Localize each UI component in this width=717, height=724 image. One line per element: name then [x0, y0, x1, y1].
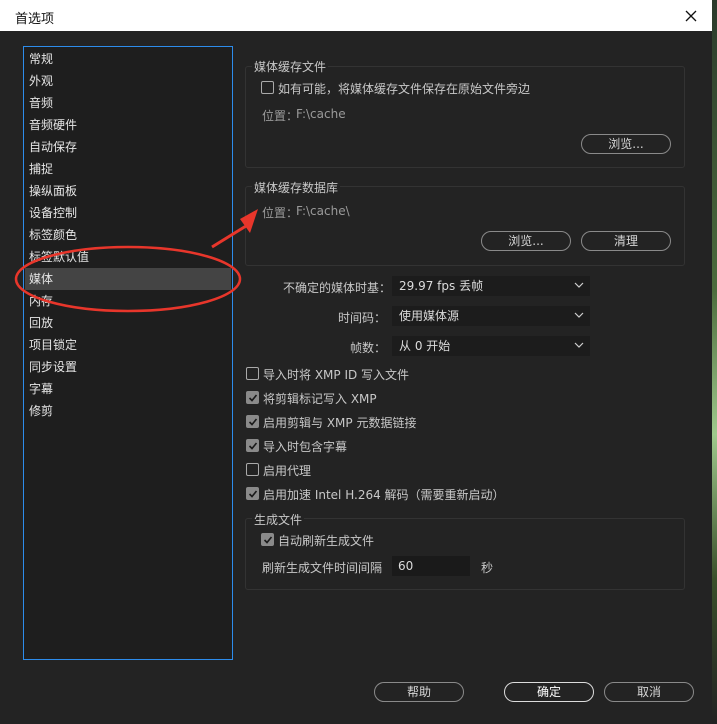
enable-xmp-linking-checkbox[interactable]: [246, 415, 259, 428]
write-clip-markers-xmp-checkbox[interactable]: [246, 391, 259, 404]
sidebar-item-device-control[interactable]: 设备控制: [25, 202, 231, 224]
timecode-label: 时间码：: [337, 311, 386, 325]
save-cache-next-to-originals-label: 如有可能，将媒体缓存文件保存在原始文件旁边: [278, 82, 531, 96]
checkmark-icon: [248, 442, 258, 450]
save-cache-next-to-originals-checkbox[interactable]: [261, 81, 274, 94]
help-button[interactable]: 帮助: [374, 682, 464, 702]
cache-files-location-label: 位置：: [262, 109, 299, 123]
sidebar-item-captions[interactable]: 字幕: [25, 378, 231, 400]
cache-db-browse-button[interactable]: 浏览...: [481, 231, 571, 251]
cache-db-location-value: F:\cache\: [296, 204, 350, 218]
sidebar-item-capture[interactable]: 捕捉: [25, 158, 231, 180]
checkmark-icon: [248, 490, 258, 498]
sidebar-item-media[interactable]: 媒体: [25, 268, 231, 290]
sidebar-item-audio[interactable]: 音频: [25, 92, 231, 114]
growing-files-title: 生成文件: [252, 511, 305, 528]
preferences-dialog: 首选项 常规 外观 音频 音频硬件 自动保存 捕捉 操纵面板 设备控制 标签颜色…: [0, 0, 712, 724]
enable-proxies-checkbox[interactable]: [246, 463, 259, 476]
sidebar-item-general[interactable]: 常规: [25, 48, 231, 70]
close-button[interactable]: [670, 0, 712, 31]
timebase-label: 不确定的媒体时基：: [283, 281, 392, 295]
timebase-dropdown[interactable]: 29.97 fps 丢帧: [392, 276, 590, 296]
frame-number-label: 帧数：: [349, 341, 386, 355]
sidebar-item-memory[interactable]: 内存: [25, 290, 231, 312]
write-xmp-id-checkbox[interactable]: [246, 367, 259, 380]
chevron-down-icon: [574, 342, 584, 348]
sidebar-item-control-surface[interactable]: 操纵面板: [25, 180, 231, 202]
timebase-value: 29.97 fps 丢帧: [399, 279, 484, 293]
ok-button[interactable]: 确定: [504, 682, 594, 702]
window-title: 首选项: [15, 12, 55, 27]
auto-refresh-growing-files-checkbox[interactable]: [261, 533, 274, 546]
sidebar-item-playback[interactable]: 回放: [25, 312, 231, 334]
media-cache-files-title: 媒体缓存文件: [252, 58, 329, 75]
refresh-interval-unit: 秒: [481, 561, 494, 575]
sidebar-item-audio-hardware[interactable]: 音频硬件: [25, 114, 231, 136]
chevron-down-icon: [574, 282, 584, 288]
intel-h264-decoding-checkbox[interactable]: [246, 487, 259, 500]
media-cache-database-title: 媒体缓存数据库: [252, 179, 341, 196]
cache-db-clean-button[interactable]: 清理: [581, 231, 671, 251]
chevron-down-icon: [574, 312, 584, 318]
auto-refresh-growing-files-label: 自动刷新生成文件: [278, 534, 375, 548]
include-captions-checkbox[interactable]: [246, 439, 259, 452]
intel-h264-decoding-label: 启用加速 Intel H.264 解码（需要重新启动）: [263, 488, 505, 502]
sidebar-item-auto-save[interactable]: 自动保存: [25, 136, 231, 158]
refresh-interval-input[interactable]: 60: [392, 556, 470, 576]
enable-xmp-linking-label: 启用剪辑与 XMP 元数据链接: [263, 416, 417, 430]
category-list[interactable]: 常规 外观 音频 音频硬件 自动保存 捕捉 操纵面板 设备控制 标签颜色 标签默…: [23, 46, 233, 660]
timecode-dropdown[interactable]: 使用媒体源: [392, 306, 590, 326]
sidebar-item-trim[interactable]: 修剪: [25, 400, 231, 422]
frame-number-dropdown[interactable]: 从 0 开始: [392, 336, 590, 356]
checkmark-icon: [248, 418, 258, 426]
cache-db-location-label: 位置：: [262, 206, 299, 220]
checkmark-icon: [263, 536, 273, 544]
cancel-button[interactable]: 取消: [604, 682, 694, 702]
media-cache-database-group: [245, 186, 685, 266]
sidebar-item-label-defaults[interactable]: 标签默认值: [25, 246, 231, 268]
close-icon: [685, 10, 697, 21]
frame-number-value: 从 0 开始: [399, 339, 451, 353]
cache-files-location-value: F:\cache: [296, 107, 346, 121]
enable-proxies-label: 启用代理: [263, 464, 312, 478]
include-captions-label: 导入时包含字幕: [263, 440, 348, 454]
sidebar-item-appearance[interactable]: 外观: [25, 70, 231, 92]
title-bar: 首选项: [0, 0, 712, 31]
sidebar-item-project-locking[interactable]: 项目锁定: [25, 334, 231, 356]
growing-files-group: [245, 518, 685, 590]
timecode-value: 使用媒体源: [399, 309, 460, 323]
sidebar-item-label-colors[interactable]: 标签颜色: [25, 224, 231, 246]
checkmark-icon: [248, 394, 258, 402]
background-desktop-strip: [712, 0, 717, 724]
write-xmp-id-label: 导入时将 XMP ID 写入文件: [263, 368, 410, 382]
write-clip-markers-xmp-label: 将剪辑标记写入 XMP: [263, 392, 377, 406]
sidebar-item-sync-settings[interactable]: 同步设置: [25, 356, 231, 378]
cache-files-browse-button[interactable]: 浏览...: [581, 134, 671, 154]
refresh-interval-label: 刷新生成文件时间间隔: [262, 561, 383, 575]
